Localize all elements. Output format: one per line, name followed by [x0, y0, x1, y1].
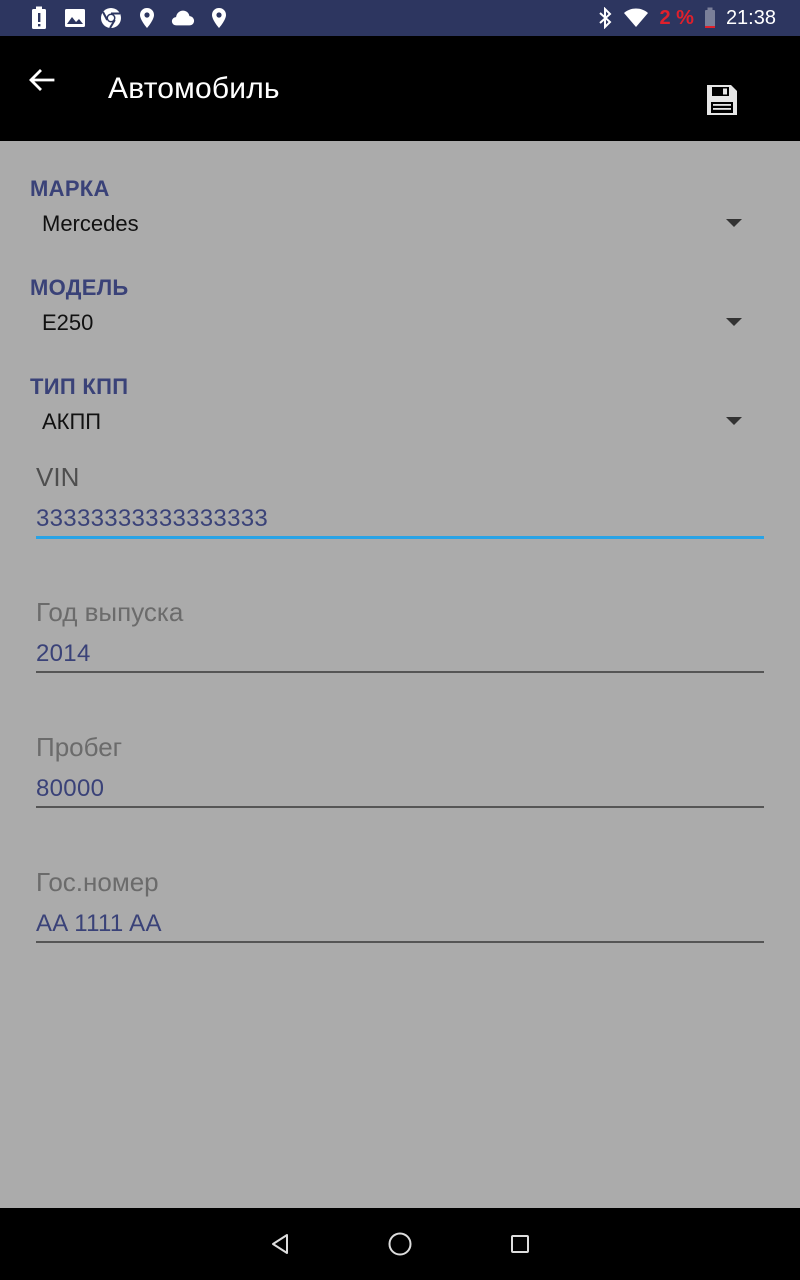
cloud-icon	[171, 6, 195, 30]
year-input[interactable]: 2014	[36, 640, 91, 668]
spinner-label: ТИП КПП	[30, 374, 129, 399]
field-underline	[36, 671, 764, 673]
vin-input[interactable]: 33333333333333333	[36, 505, 268, 533]
floppy-disk-icon	[707, 85, 737, 115]
field-underline	[36, 536, 764, 539]
image-icon	[63, 6, 87, 30]
nav-home-button[interactable]	[382, 1226, 418, 1262]
spinner-value: Mercedes	[42, 211, 139, 236]
clock: 21:38	[725, 6, 776, 29]
dropdown-arrow-icon[interactable]	[724, 415, 744, 427]
save-button[interactable]	[700, 78, 744, 122]
location-pin-icon	[135, 6, 159, 30]
dropdown-arrow-icon[interactable]	[724, 217, 744, 229]
nav-recents-button[interactable]	[502, 1226, 538, 1262]
nav-recents-icon	[511, 1235, 529, 1253]
spinner-label: МАРКА	[30, 176, 110, 201]
field-label: Пробег	[36, 732, 123, 762]
battery-percent: 2 %	[659, 6, 694, 29]
arrow-back-icon	[29, 69, 55, 91]
spinner-value: E250	[42, 310, 94, 335]
location-pin-icon	[207, 6, 231, 30]
nav-back-button[interactable]	[262, 1226, 298, 1262]
field-underline	[36, 806, 764, 808]
toolbar: Автомобиль	[0, 36, 800, 141]
dropdown-arrow-icon[interactable]	[724, 316, 744, 328]
field-label: Год выпуска	[36, 597, 184, 627]
wifi-icon	[623, 8, 649, 28]
page-title: Автомобиль	[108, 72, 280, 105]
navigation-bar	[0, 1208, 800, 1280]
back-button[interactable]	[22, 60, 62, 100]
nav-back-icon	[272, 1234, 288, 1254]
field-underline	[36, 941, 764, 943]
plate-input[interactable]: AA 1111 AA	[36, 910, 162, 938]
battery-alert-icon	[27, 6, 51, 30]
spinner-label: МОДЕЛЬ	[30, 275, 129, 300]
field-label: VIN	[36, 462, 80, 492]
spinner-value: АКПП	[42, 409, 102, 434]
bluetooth-icon	[597, 7, 613, 29]
chrome-icon	[99, 6, 123, 30]
mileage-input[interactable]: 80000	[36, 775, 104, 803]
nav-home-icon	[388, 1232, 412, 1256]
field-label: Гос.номер	[36, 867, 159, 897]
status-bar: 2 % 21:38	[0, 0, 800, 36]
battery-low-icon	[704, 7, 716, 29]
